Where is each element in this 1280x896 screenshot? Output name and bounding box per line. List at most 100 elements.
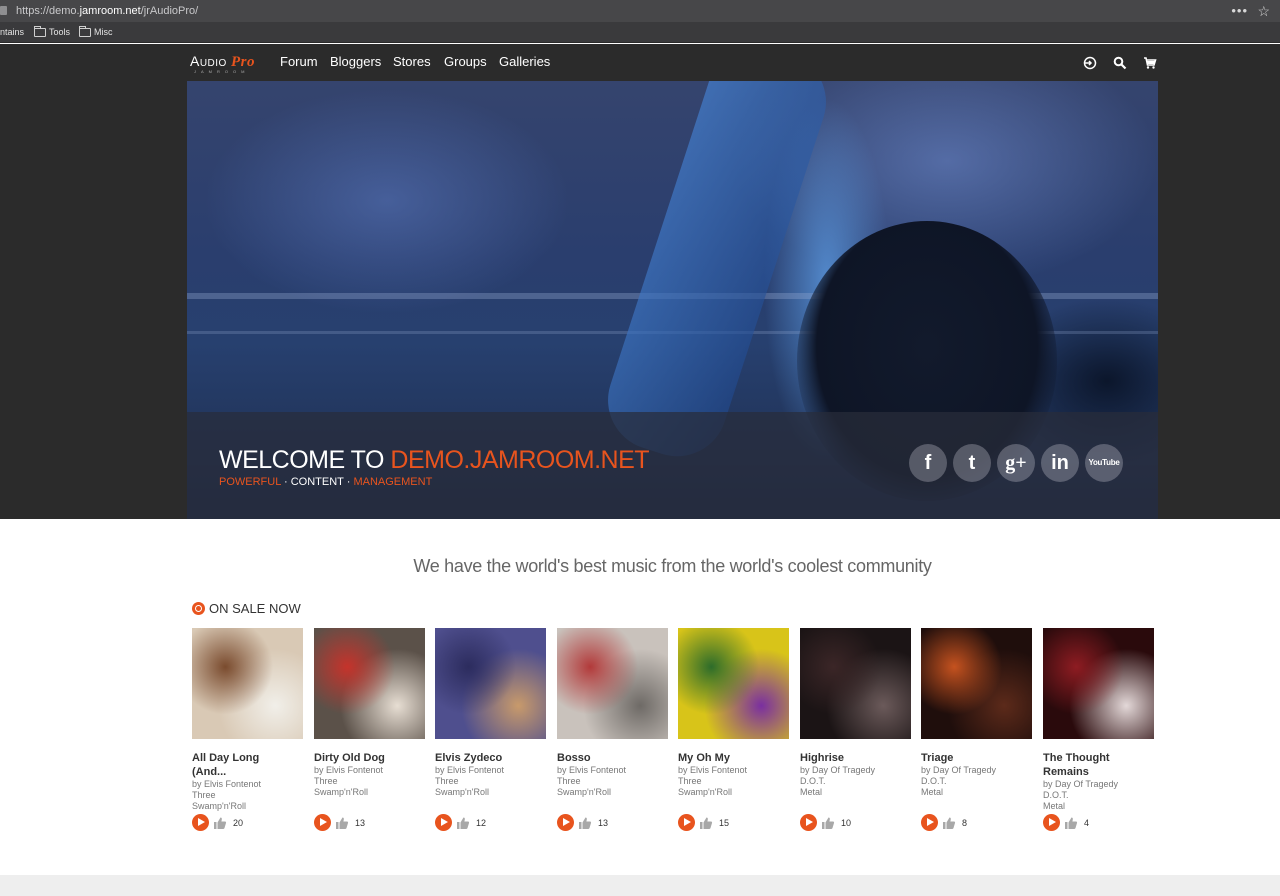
play-icon[interactable] [192,814,209,831]
thumbs-up-icon[interactable] [213,816,227,830]
product-title[interactable]: Dirty Old Dog [314,751,426,765]
product-genre: Metal [800,787,823,797]
product-card[interactable]: Dirty Old Dog by Elvis Fontenot Three Swamp… [314,628,426,831]
product-album[interactable]: Three [314,776,426,787]
product-title[interactable]: Highrise [800,751,912,765]
bookmark-item[interactable]: ntains [0,22,24,43]
product-album[interactable]: D.O.T. [1043,790,1155,801]
product-artist[interactable]: by Elvis Fontenot [435,765,547,776]
play-icon[interactable] [1043,814,1060,831]
album-cover-image[interactable] [678,628,789,739]
product-card[interactable]: Bosso by Elvis Fontenot Three Swamp'n'Roll 1… [557,628,669,831]
product-card[interactable]: My Oh My by Elvis Fontenot Three Swamp'n'Ro… [678,628,790,831]
bookmarks-bar: ntains Tools Misc [0,22,1280,43]
album-cover-image[interactable] [435,628,546,739]
nav-groups[interactable]: Groups [444,54,487,69]
nav-stores[interactable]: Stores [393,54,431,69]
product-actions: 8 [921,814,967,831]
product-genre: Metal [921,787,944,797]
play-icon[interactable] [800,814,817,831]
product-genre: Swamp'n'Roll [678,787,732,797]
youtube-icon[interactable]: YouTube [1085,444,1123,482]
album-cover-image[interactable] [921,628,1032,739]
twitter-icon[interactable]: t [953,444,991,482]
product-album[interactable]: Three [557,776,669,787]
sale-icon [192,602,205,615]
album-cover-image[interactable] [1043,628,1154,739]
search-icon[interactable] [1113,56,1127,70]
login-icon[interactable] [1083,56,1097,70]
lock-icon [0,6,7,15]
like-count: 4 [1084,817,1090,828]
product-artist[interactable]: by Elvis Fontenot [192,779,304,790]
browser-url-bar[interactable]: https://demo.jamroom.net/jrAudioPro/ •••… [0,0,1280,22]
star-icon[interactable]: ☆ [1257,0,1270,22]
product-album[interactable]: Three [192,790,304,801]
album-cover-image[interactable] [800,628,911,739]
folder-icon [79,26,91,37]
thumbs-up-icon[interactable] [821,816,835,830]
product-artist[interactable]: by Day Of Tragedy [921,765,1033,776]
product-album[interactable]: Three [678,776,790,787]
thumbs-up-icon[interactable] [578,816,592,830]
bookmark-folder-misc[interactable]: Misc [79,22,113,43]
play-icon[interactable] [314,814,331,831]
product-title[interactable]: All Day Long (And... [192,751,282,779]
product-artist[interactable]: by Elvis Fontenot [314,765,426,776]
product-album[interactable]: D.O.T. [921,776,1033,787]
like-count: 12 [476,817,487,828]
nav-galleries[interactable]: Galleries [499,54,550,69]
hero-subtitle: POWERFUL · CONTENT · MANAGEMENT [219,476,433,488]
bookmark-folder-tools[interactable]: Tools [34,22,70,43]
product-genre: Swamp'n'Roll [314,787,368,797]
play-icon[interactable] [557,814,574,831]
album-cover-image[interactable] [192,628,303,739]
site-header: Audio Pro JAMROOM Forum Bloggers Stores … [187,44,1158,81]
product-artist[interactable]: by Day Of Tragedy [800,765,912,776]
product-artist[interactable]: by Elvis Fontenot [678,765,790,776]
product-card[interactable]: Highrise by Day Of Tragedy D.O.T. Metal 10 [800,628,912,831]
product-title[interactable]: Triage [921,751,1033,765]
nav-bloggers[interactable]: Bloggers [330,54,381,69]
product-album[interactable]: Three [435,776,547,787]
page-actions-menu-icon[interactable]: ••• [1231,0,1248,22]
product-album[interactable]: D.O.T. [800,776,912,787]
product-actions: 15 [678,814,729,831]
product-title[interactable]: The Thought Remains [1043,751,1133,779]
thumbs-up-icon[interactable] [1064,816,1078,830]
footer-band [0,875,1280,896]
site-logo[interactable]: Audio Pro JAMROOM [190,53,255,74]
folder-icon [34,26,46,37]
url-text[interactable]: https://demo.jamroom.net/jrAudioPro/ [16,0,198,22]
cart-icon[interactable] [1143,56,1157,70]
thumbs-up-icon[interactable] [699,816,713,830]
facebook-icon[interactable]: f [909,444,947,482]
play-icon[interactable] [435,814,452,831]
hero-banner: WELCOME TO DEMO.JAMROOM.NET POWERFUL · C… [187,81,1158,519]
album-cover-image[interactable] [314,628,425,739]
product-card[interactable]: All Day Long (And... by Elvis Fontenot Thr… [192,628,304,831]
hero-welcome-title: WELCOME TO DEMO.JAMROOM.NET [219,446,650,474]
thumbs-up-icon[interactable] [456,816,470,830]
page-tagline: We have the world's best music from the … [413,556,932,576]
product-title[interactable]: My Oh My [678,751,790,765]
product-card[interactable]: Triage by Day Of Tragedy D.O.T. Metal 8 [921,628,1033,831]
play-icon[interactable] [921,814,938,831]
product-artist[interactable]: by Elvis Fontenot [557,765,669,776]
thumbs-up-icon[interactable] [335,816,349,830]
product-card[interactable]: Elvis Zydeco by Elvis Fontenot Three Swamp'… [435,628,547,831]
product-title[interactable]: Elvis Zydeco [435,751,547,765]
thumbs-up-icon[interactable] [942,816,956,830]
product-actions: 4 [1043,814,1089,831]
product-actions: 20 [192,814,243,831]
product-genre: Swamp'n'Roll [435,787,489,797]
like-count: 13 [598,817,609,828]
google-plus-icon[interactable]: g+ [997,444,1035,482]
product-card[interactable]: The Thought Remains by Day Of Tragedy D.O.… [1043,628,1155,831]
play-icon[interactable] [678,814,695,831]
album-cover-image[interactable] [557,628,668,739]
product-artist[interactable]: by Day Of Tragedy [1043,779,1155,790]
product-title[interactable]: Bosso [557,751,669,765]
linkedin-icon[interactable]: in [1041,444,1079,482]
nav-forum[interactable]: Forum [280,54,318,69]
